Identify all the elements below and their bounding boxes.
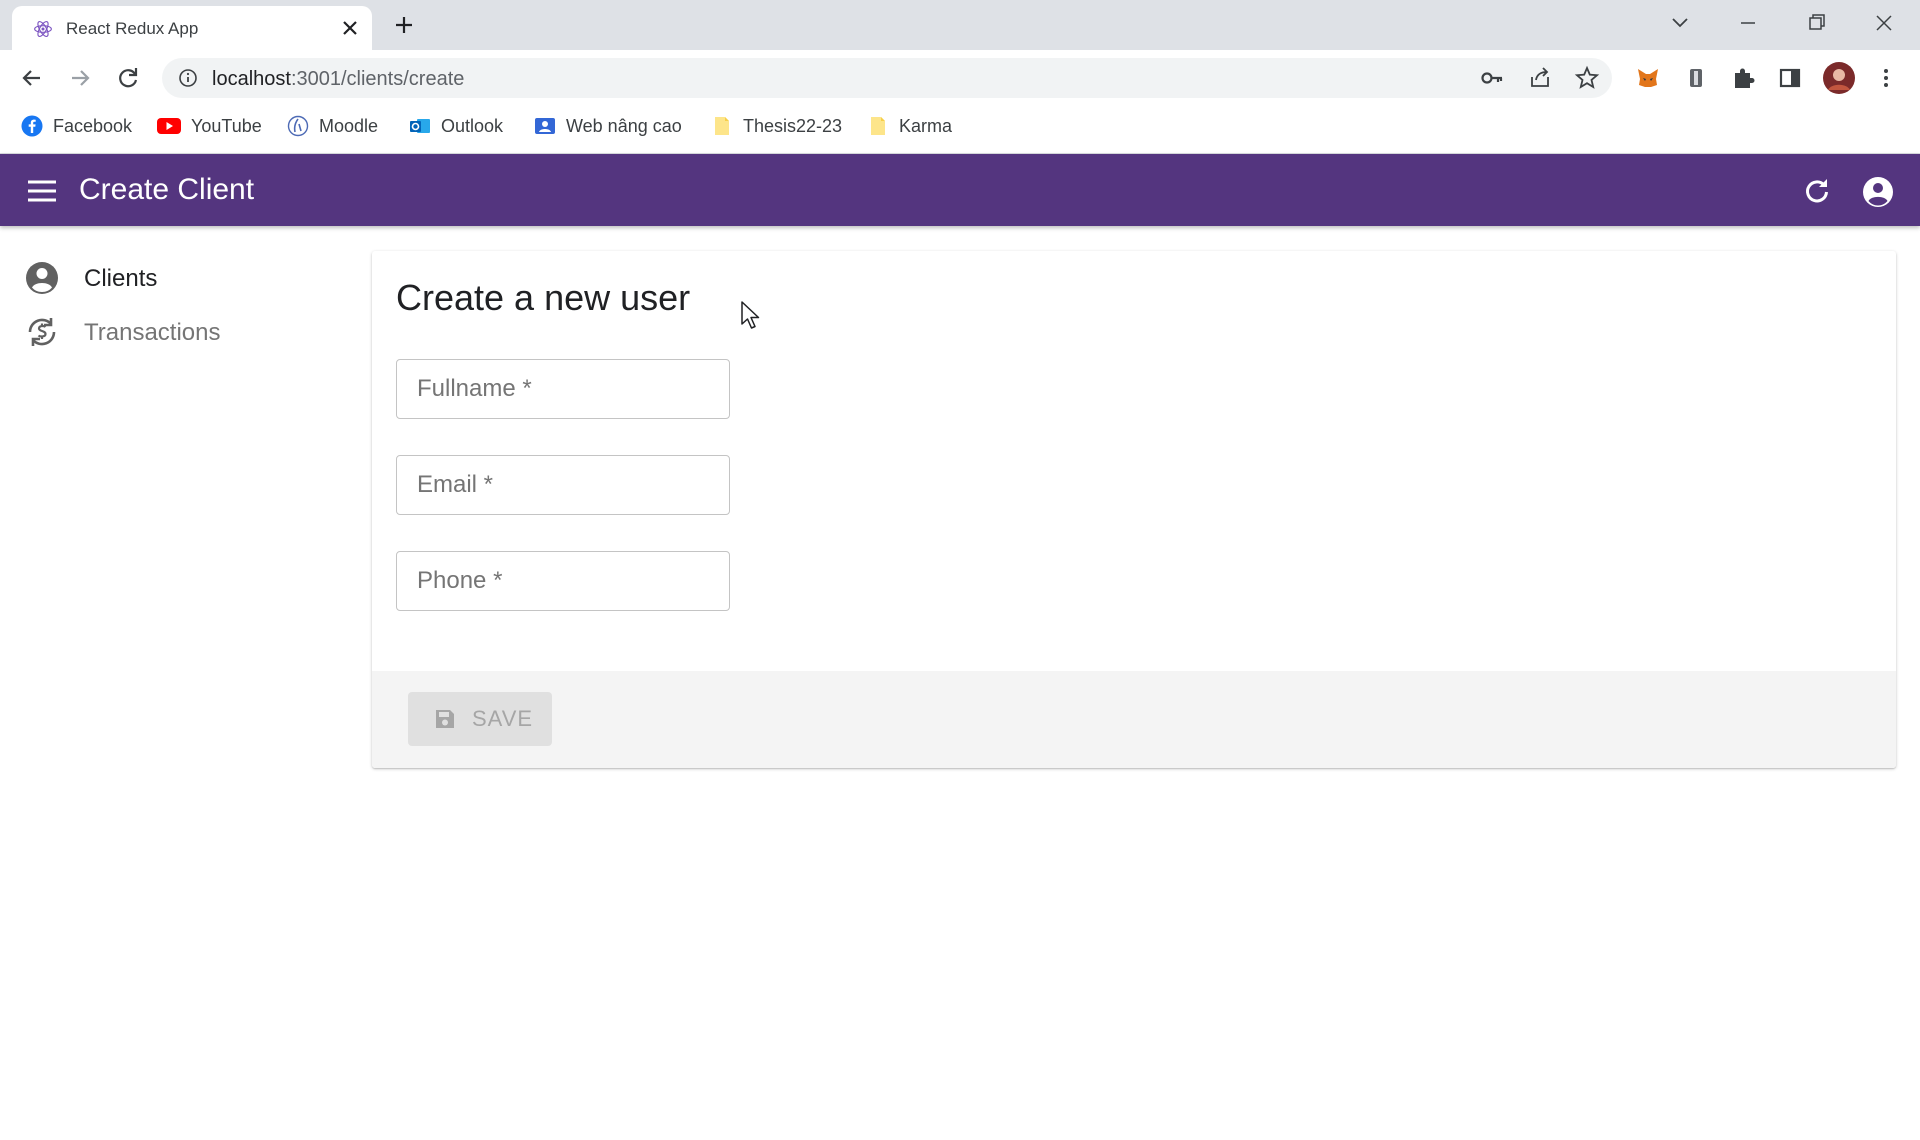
sidebar-item-label: Clients [84,265,158,292]
outlook-icon [410,119,430,133]
close-tab-icon[interactable] [338,16,362,40]
url-path: :3001/clients/create [290,68,465,90]
minimize-icon[interactable] [1728,8,1768,38]
phone-input[interactable] [397,552,729,610]
save-button[interactable]: SAVE [408,692,552,746]
close-window-icon[interactable] [1864,8,1904,38]
bookmark-label: Outlook [441,115,504,136]
phone-field[interactable] [396,551,730,611]
bookmark-label: Karma [899,115,953,136]
browser-tabstrip: React Redux App [0,0,1920,50]
hamburger-menu-icon[interactable] [26,178,58,204]
folder-icon [715,117,729,135]
react-favicon-icon [34,21,52,37]
bookmark-youtube[interactable]: YouTube [157,112,262,140]
page-title: Create Client [79,173,255,206]
currency-exchange-icon [28,318,56,346]
sidebar-item-clients[interactable]: Clients [24,258,157,298]
profile-avatar-icon[interactable] [1823,62,1855,94]
email-input[interactable] [397,456,729,514]
bookmark-label: Moodle [319,115,379,136]
bookmark-label: YouTube [191,115,262,136]
reload-icon[interactable] [114,64,142,92]
bookmark-facebook[interactable]: Facebook [21,112,132,140]
account-circle-icon[interactable] [1862,176,1894,208]
metamask-icon[interactable] [1634,64,1662,92]
bookmark-label: Web nâng cao [566,115,682,136]
bookmark-moodle[interactable]: Moodle [287,112,378,140]
back-icon[interactable] [18,64,46,92]
bookmark-karma[interactable]: Karma [867,112,952,140]
form-toolbar: SAVE [372,671,1896,768]
bookmark-label: Thesis22-23 [743,115,843,136]
bookmark-web-nang-cao[interactable]: Web nâng cao [534,112,682,140]
bookmark-thesis[interactable]: Thesis22-23 [711,112,842,140]
sidebar-item-label: Transactions [84,319,221,346]
account-circle-icon [26,262,58,294]
mouse-cursor-icon [741,301,760,329]
bookmark-outlook[interactable]: Outlook [409,112,503,140]
more-menu-icon[interactable] [1872,64,1900,92]
tab-search-icon[interactable] [1660,8,1700,38]
fullname-input[interactable] [397,360,729,418]
key-icon[interactable] [1478,64,1506,92]
browser-tab[interactable]: React Redux App [12,6,372,50]
sidebar-item-transactions[interactable]: Transactions [24,312,221,352]
refresh-icon[interactable] [1802,176,1832,206]
create-user-card: Create a new user SAVE [372,251,1896,768]
app-bar [0,154,1920,226]
new-tab-icon[interactable] [392,13,416,37]
share-icon[interactable] [1526,64,1554,92]
save-icon [436,710,454,728]
tab-title: React Redux App [66,19,199,38]
forward-icon[interactable] [66,64,94,92]
bookmark-star-icon[interactable] [1573,64,1601,92]
email-field[interactable] [396,455,730,515]
url-host: localhost [212,68,291,90]
folder-icon [871,117,885,135]
youtube-icon [157,118,181,134]
facebook-icon [21,115,43,137]
extensions-puzzle-icon[interactable] [1729,64,1757,92]
address-bar[interactable]: localhost:3001/clients/create [162,58,1612,98]
url-text[interactable]: localhost:3001/clients/create [212,68,464,91]
contact-icon [535,118,555,134]
form-heading: Create a new user [396,277,691,318]
site-info-icon[interactable] [178,68,198,88]
wallet-extension-icon[interactable] [1682,64,1710,92]
save-button-label: SAVE [472,706,534,731]
side-panel-icon[interactable] [1776,64,1804,92]
bookmark-label: Facebook [53,115,133,136]
moodle-icon [287,115,309,137]
fullname-field[interactable] [396,359,730,419]
restore-icon[interactable] [1796,8,1836,38]
